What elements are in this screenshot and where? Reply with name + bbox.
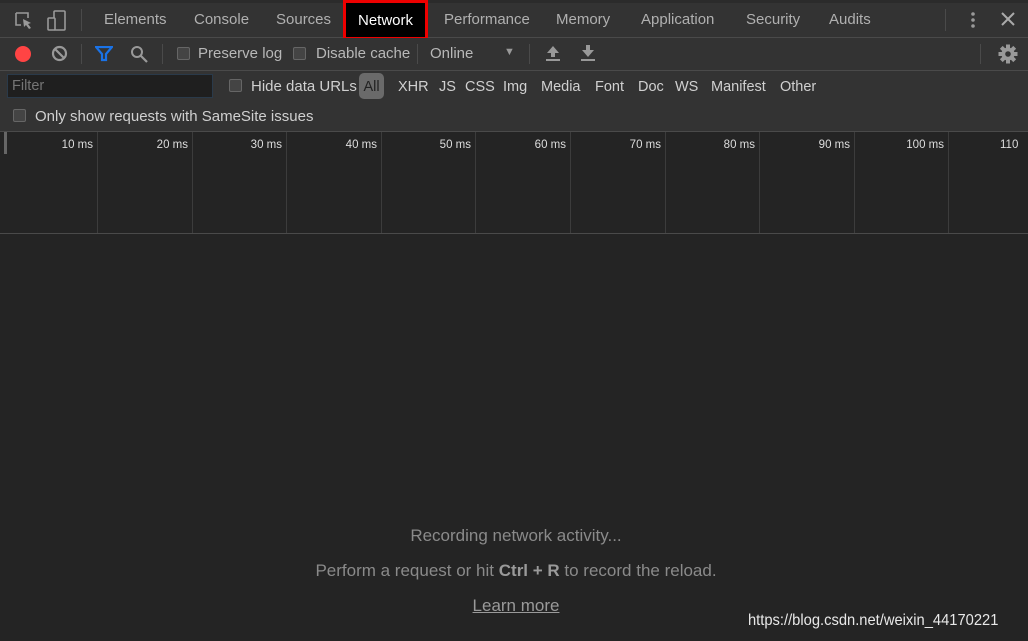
type-filter-css[interactable]: CSS: [465, 79, 495, 95]
timeline-tick-label: 60 ms: [534, 139, 566, 151]
hide-data-urls-label: Hide data URLs: [251, 78, 357, 95]
timeline-tick-label: 20 ms: [156, 139, 188, 151]
filter-input[interactable]: [7, 74, 213, 98]
network-toolbar: Preserve log Disable cache Online ▼: [0, 38, 1028, 71]
type-filter-all[interactable]: All: [359, 73, 384, 99]
timeline-tick-label: 100 ms: [906, 139, 944, 151]
divider: [162, 44, 163, 64]
divider: [81, 44, 82, 64]
shortcut-key: Ctrl + R: [498, 561, 560, 580]
record-icon[interactable]: [14, 45, 32, 63]
reload-hint-post: to record the reload.: [559, 561, 717, 580]
timeline-gridline: [665, 132, 666, 233]
timeline-tick-label: 30 ms: [250, 139, 282, 151]
tab-audits[interactable]: Audits: [829, 11, 871, 28]
learn-more-link[interactable]: Learn more: [473, 596, 560, 615]
watermark-text: https://blog.csdn.net/weixin_44170221: [748, 612, 999, 629]
preserve-log-checkbox[interactable]: [177, 47, 190, 60]
network-overview-timeline[interactable]: 10 ms 20 ms 30 ms 40 ms 50 ms 60 ms 70 ms 80 ms…: [0, 132, 1028, 234]
preserve-log-label: Preserve log: [198, 45, 283, 62]
tab-elements[interactable]: Elements: [104, 11, 167, 28]
timeline-gridline: [854, 132, 855, 233]
samesite-checkbox[interactable]: [13, 109, 26, 122]
timeline-tick-label: 40 ms: [345, 139, 377, 151]
recording-status: Recording network activity...: [410, 526, 622, 545]
tab-application[interactable]: Application: [641, 11, 714, 28]
panel-tab-bar: Elements Console Sources Network Perform…: [0, 0, 1028, 40]
timeline-tick-label: 10 ms: [61, 139, 93, 151]
reload-hint-pre: Perform a request or hit: [315, 561, 499, 580]
type-filter-media[interactable]: Media: [541, 79, 581, 95]
timeline-tick-label: 80 ms: [723, 139, 755, 151]
divider: [417, 44, 418, 64]
more-options-icon[interactable]: [968, 10, 978, 30]
tab-network[interactable]: Network: [343, 0, 429, 40]
divider: [529, 44, 530, 64]
timeline-tick-label: 110: [1000, 139, 1019, 151]
type-filter-img[interactable]: Img: [503, 79, 527, 95]
timeline-gridline: [570, 132, 571, 233]
timeline-gridline: [759, 132, 760, 233]
inspect-element-icon[interactable]: [14, 11, 34, 31]
throttling-select[interactable]: Online ▼: [430, 45, 520, 65]
timeline-gridline: [97, 132, 98, 233]
timeline-left-handle[interactable]: [4, 132, 7, 154]
type-filter-js[interactable]: JS: [439, 79, 456, 95]
disable-cache-checkbox[interactable]: [293, 47, 306, 60]
divider: [81, 9, 82, 31]
tab-sources[interactable]: Sources: [276, 11, 331, 28]
type-filter-xhr[interactable]: XHR: [398, 79, 429, 95]
tab-performance[interactable]: Performance: [444, 11, 530, 28]
tab-security[interactable]: Security: [746, 11, 800, 28]
disable-cache-label: Disable cache: [316, 45, 411, 62]
import-har-icon[interactable]: [545, 44, 561, 62]
hide-data-urls-checkbox[interactable]: [229, 79, 242, 92]
device-toolbar-icon[interactable]: [47, 10, 67, 32]
type-filter-font[interactable]: Font: [595, 79, 624, 95]
search-icon[interactable]: [130, 45, 148, 63]
filter-bar: Hide data URLs All XHR JS CSS Img Media …: [0, 71, 1028, 132]
timeline-gridline: [192, 132, 193, 233]
divider: [980, 44, 981, 64]
type-filter-ws[interactable]: WS: [675, 79, 698, 95]
timeline-gridline: [286, 132, 287, 233]
export-har-icon[interactable]: [580, 44, 596, 62]
timeline-tick-label: 90 ms: [818, 139, 850, 151]
clear-icon[interactable]: [51, 45, 68, 62]
throttling-value: Online: [430, 45, 474, 62]
timeline-tick-label: 70 ms: [629, 139, 661, 151]
chevron-down-icon: ▼: [504, 46, 515, 58]
samesite-label: Only show requests with SameSite issues: [35, 108, 314, 125]
divider: [945, 9, 946, 31]
tab-memory[interactable]: Memory: [556, 11, 610, 28]
close-icon[interactable]: [1001, 12, 1015, 26]
settings-gear-icon[interactable]: [998, 44, 1018, 64]
type-filter-manifest[interactable]: Manifest: [711, 79, 766, 95]
timeline-gridline: [948, 132, 949, 233]
timeline-tick-label: 50 ms: [439, 139, 471, 151]
timeline-gridline: [475, 132, 476, 233]
type-filter-other[interactable]: Other: [780, 79, 816, 95]
filter-icon[interactable]: [95, 46, 113, 62]
tab-console[interactable]: Console: [194, 11, 249, 28]
type-filter-doc[interactable]: Doc: [638, 79, 664, 95]
timeline-gridline: [381, 132, 382, 233]
reload-hint: Perform a request or hit Ctrl + R to rec…: [0, 561, 1028, 581]
